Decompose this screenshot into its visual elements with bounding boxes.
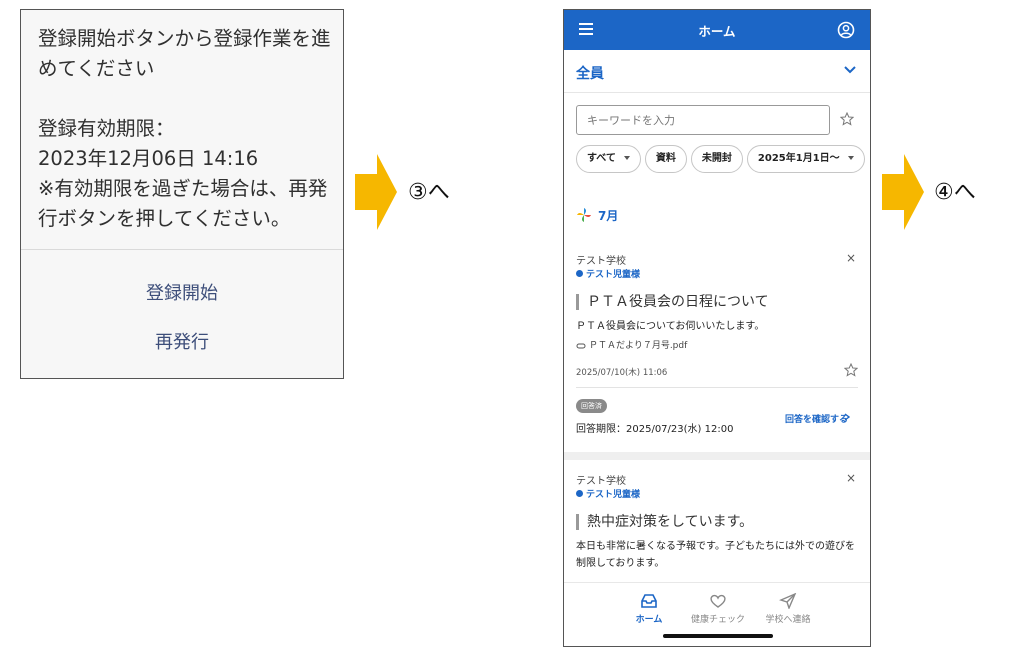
filter-chip-unopened[interactable]: 未開封 xyxy=(690,145,743,173)
nav-health-check[interactable]: 健康チェック xyxy=(683,593,753,625)
dropdown-triangle-icon xyxy=(623,156,630,160)
close-icon[interactable]: × xyxy=(846,471,856,485)
nav-contact-school[interactable]: 学校へ連絡 xyxy=(753,593,823,625)
school-name: テスト学校 xyxy=(576,256,626,267)
reissue-button[interactable]: 再発行 xyxy=(21,328,343,354)
child-name: テスト児童様 xyxy=(576,267,640,280)
message-line: 登録開始ボタンから登録作業を進 xyxy=(38,27,331,50)
note-line: 行ボタンを押してください。 xyxy=(38,207,291,230)
phone-screen: ホーム 全員 すべて資料未開封2025年1月1日～ 7月 テスト学校 テスト児童… xyxy=(563,9,871,647)
home-indicator xyxy=(663,634,773,638)
pinwheel-icon xyxy=(577,208,591,222)
inbox-icon xyxy=(641,594,657,608)
nav-label: 学校へ連絡 xyxy=(765,615,811,625)
notice-title: 熱中症対策をしています。 xyxy=(576,514,753,530)
star-outline-icon[interactable] xyxy=(840,112,854,126)
close-icon[interactable]: × xyxy=(846,251,856,265)
chevron-right-icon xyxy=(844,413,850,421)
start-registration-button[interactable]: 登録開始 xyxy=(21,279,343,305)
card-divider xyxy=(576,387,858,388)
expiry-value: 2023年12月06日 14:16 xyxy=(38,147,259,170)
app-bar: ホーム xyxy=(564,10,870,50)
search-input[interactable] xyxy=(576,105,830,135)
send-icon xyxy=(779,593,797,609)
nav-home[interactable]: ホーム xyxy=(614,593,684,625)
filter-chips: すべて 資料 未開封 2025年1月1日～ xyxy=(576,145,870,173)
note-line: ※有効期限を過ぎた場合は、再発 xyxy=(38,177,328,200)
group-label: 全員 xyxy=(576,66,604,82)
page-title: ホーム xyxy=(698,24,736,39)
notice-date: 2025/07/10(木) 11:06 xyxy=(576,368,668,378)
step-label: ③へ xyxy=(408,180,450,205)
attachment-link[interactable]: ＰＴＡだより７月号.pdf xyxy=(576,338,687,351)
message-line: めてください xyxy=(38,57,155,80)
account-circle-icon[interactable] xyxy=(837,21,855,39)
month-label: 7月 xyxy=(598,209,619,223)
child-name: テスト児童様 xyxy=(576,487,640,500)
notice-body: ＰＴＡ役員会についてお伺いいたします。 xyxy=(576,321,765,332)
card-separator xyxy=(564,452,870,460)
filter-chip-date[interactable]: 2025年1月1日～ xyxy=(746,145,865,173)
notice-card[interactable]: テスト学校 テスト児童様 × 熱中症対策をしています。 本日も非常に暑くなる予報… xyxy=(564,460,870,584)
arrow-right-icon xyxy=(355,154,397,230)
dialog-divider xyxy=(21,249,343,250)
dropdown-triangle-icon xyxy=(847,156,854,160)
confirm-answer-link[interactable]: 回答を確認する xyxy=(785,412,848,425)
chevron-down-icon xyxy=(844,66,856,74)
arrow-right-icon xyxy=(882,154,924,230)
answer-deadline: 回答期限：2025/07/23(水) 12:00 xyxy=(576,424,734,435)
nav-label: ホーム xyxy=(635,615,663,625)
bottom-navigation: ホーム 健康チェック 学校へ連絡 xyxy=(564,582,870,646)
group-selector[interactable]: 全員 xyxy=(564,50,870,93)
notice-body: 本日も非常に暑くなる予報です。子どもたちには外での遊びを制限しております。 xyxy=(576,541,855,569)
school-name: テスト学校 xyxy=(576,476,626,487)
status-badge: 回答済 xyxy=(576,399,607,413)
heart-icon xyxy=(710,594,726,608)
dialog-message: 登録開始ボタンから登録作業を進 めてください 登録有効期限： 2023年12月0… xyxy=(38,24,333,234)
registration-dialog: 登録開始ボタンから登録作業を進 めてください 登録有効期限： 2023年12月0… xyxy=(20,9,344,379)
star-outline-icon[interactable] xyxy=(844,363,858,377)
nav-label: 健康チェック xyxy=(690,615,745,625)
expiry-label: 登録有効期限： xyxy=(38,117,175,140)
filter-chip-documents[interactable]: 資料 xyxy=(644,145,687,173)
filter-chip-all[interactable]: すべて xyxy=(576,145,641,173)
notice-card[interactable]: テスト学校 テスト児童様 × ＰＴＡ役員会の日程について ＰＴＡ役員会についてお… xyxy=(564,240,870,452)
notice-title: ＰＴＡ役員会の日程について xyxy=(576,294,769,310)
paperclip-icon xyxy=(576,343,586,348)
step-label: ④へ xyxy=(934,180,976,205)
